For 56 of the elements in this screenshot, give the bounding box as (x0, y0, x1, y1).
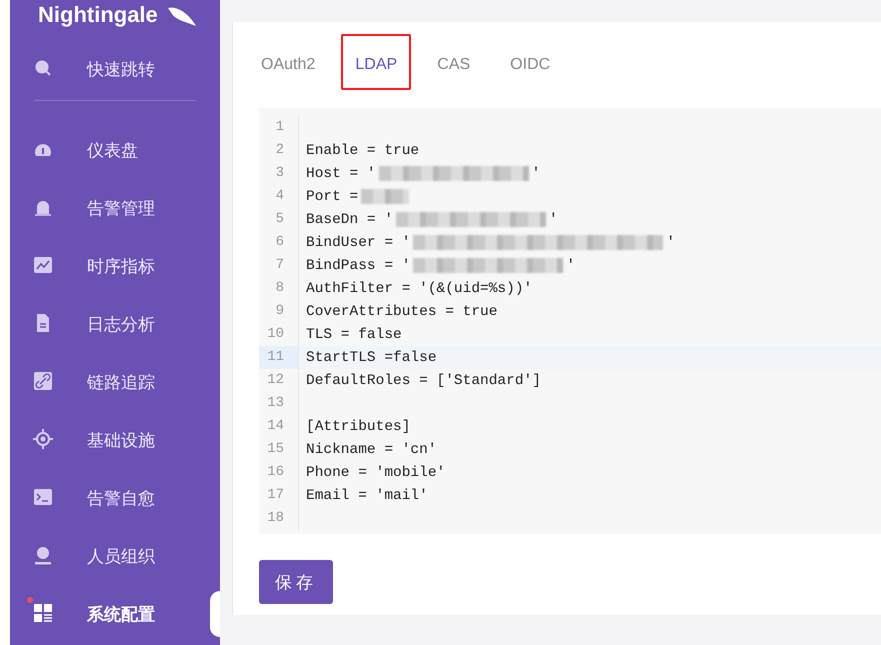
code-line: Enable = true (306, 142, 420, 158)
line-number: 17 (259, 484, 299, 507)
sidebar-menu-item[interactable]: 人员组织 (10, 527, 220, 585)
line-number: 7 (259, 254, 299, 277)
tab[interactable]: LDAP (341, 34, 412, 90)
code-line: DefaultRoles = ['Standard'] (306, 372, 541, 388)
line-number: 5 (259, 208, 299, 231)
sidebar-menu-item[interactable]: 日志分析 (10, 295, 220, 353)
code-line: AuthFilter = '(&(uid=%s))' (306, 280, 532, 296)
link-icon (33, 371, 53, 391)
grid-icon (33, 603, 53, 623)
code-line: TLS = false (306, 326, 402, 342)
code-editor[interactable] (259, 108, 881, 534)
code-line: Email = 'mail' (306, 488, 428, 504)
line-number: 2 (259, 139, 299, 162)
user-icon (33, 545, 53, 565)
line-number: 15 (259, 438, 299, 461)
logo-text: Nightingale (38, 2, 158, 28)
bird-logo-icon (166, 6, 198, 28)
code-line: Host = ' ' (306, 166, 540, 182)
line-number: 18 (259, 507, 299, 530)
search-icon (33, 58, 53, 78)
crosshair-icon (33, 429, 53, 449)
line-number: 4 (259, 185, 299, 208)
terminal-icon (33, 487, 53, 507)
tab[interactable]: OAuth2 (259, 34, 330, 90)
save-button[interactable]: 保存 (259, 560, 333, 604)
line-number: 12 (259, 369, 299, 392)
code-line: [Attributes] (306, 418, 410, 434)
line-number: 3 (259, 162, 299, 185)
line-number: 9 (259, 300, 299, 323)
sidebar-menu-item[interactable]: 时序指标 (10, 237, 220, 295)
sidebar-menu-item[interactable]: 告警自愈 (10, 469, 220, 527)
code-line: Nickname = 'cn' (306, 442, 437, 458)
tab[interactable]: OIDC (496, 34, 564, 90)
sidebar-menu-item[interactable]: 基础设施 (10, 411, 220, 469)
line-number: 13 (259, 392, 299, 415)
code-line: Phone = 'mobile' (306, 464, 446, 480)
code-line: StartTLS =false (306, 350, 437, 366)
sidebar-menu-item[interactable]: 告警管理 (10, 179, 220, 237)
tab[interactable]: CAS (423, 34, 484, 90)
line-number: 16 (259, 461, 299, 484)
line-number: 8 (259, 277, 299, 300)
line-chart-icon (33, 255, 53, 275)
line-number: 14 (259, 415, 299, 438)
sidebar-menu-item[interactable]: 快速跳转 (10, 40, 220, 98)
code-line: BindUser = ' ' (306, 234, 676, 250)
code-line: CoverAttributes = true (306, 304, 498, 320)
sidebar-menu-item[interactable]: 链路追踪 (10, 353, 220, 411)
code-line: BindPass = ' ' (306, 258, 576, 274)
line-number: 6 (259, 231, 299, 254)
line-number: 11 (259, 346, 299, 369)
sidebar-menu-item[interactable]: 仪表盘 (10, 121, 220, 179)
code-line: BaseDn = ' ' (306, 212, 558, 228)
code-line: Port = (306, 188, 412, 204)
line-number: 1 (259, 116, 299, 139)
